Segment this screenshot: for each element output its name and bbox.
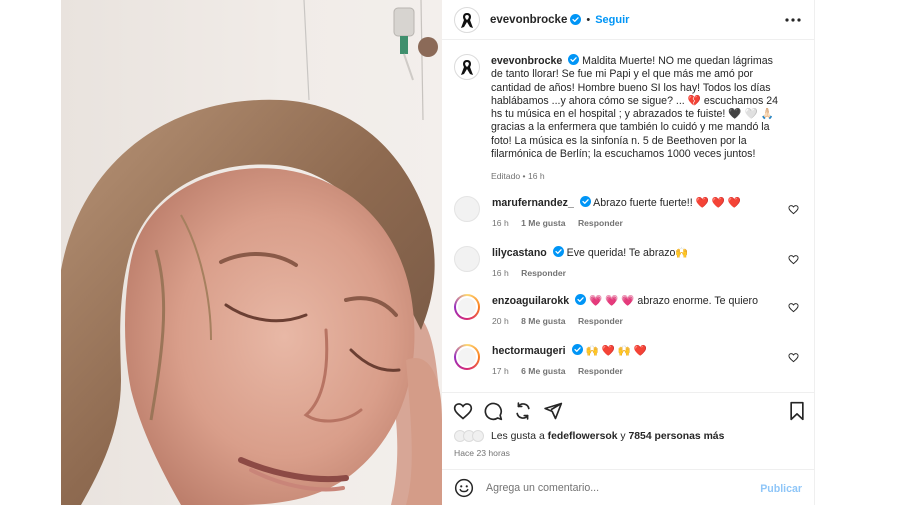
comment-icon[interactable] [483, 401, 503, 421]
comment-like-heart-icon[interactable] [788, 204, 799, 215]
comment-item: lilycastano Eve querida! Te abrazo🙌 16 h… [454, 246, 804, 278]
comment-composer: Publicar [442, 469, 814, 505]
post-photo[interactable] [61, 0, 442, 505]
verified-badge-icon [575, 294, 587, 305]
comment-time: 17 h [492, 366, 509, 376]
likes-connector: y [620, 430, 626, 442]
commenter-username[interactable]: lilycastano [492, 247, 547, 259]
comment-item: hectormaugeri 🙌 ❤️ 🙌 ❤️ 17 h 6 Me gusta … [454, 344, 804, 376]
edited-label: Editado [491, 171, 521, 182]
likes-summary: Les gusta a fedeflowersok y 7854 persona… [454, 430, 724, 442]
comment-like-heart-icon[interactable] [788, 352, 799, 363]
comment-time: 20 h [492, 316, 509, 326]
verified-badge-icon [568, 54, 580, 65]
verified-badge-icon [570, 14, 582, 25]
heart-icon[interactable] [453, 401, 473, 421]
caption-author-avatar[interactable] [454, 54, 480, 80]
verified-badge-icon [571, 344, 583, 355]
caption-text: Maldita Muerte! NO me quedan lágrimas de… [491, 55, 779, 161]
likes-count[interactable]: 7854 personas más [628, 431, 724, 442]
instagram-post-view: evevonbrocke • Seguir evevonbrocke Maldi… [0, 0, 900, 505]
separator-dot: • [522, 171, 526, 182]
comment-item: enzoaguilarokk 💗 💗 💗 abrazo enorme. Te q… [454, 294, 804, 326]
commenter-avatar[interactable] [454, 196, 480, 222]
verified-badge-icon [579, 196, 591, 207]
comment-item: marufernandez_ Abrazo fuerte fuerte!! ❤️… [454, 196, 804, 228]
publish-button[interactable]: Publicar [760, 483, 802, 495]
commenter-avatar[interactable] [454, 246, 480, 272]
post-image [61, 0, 442, 505]
mourning-ribbon-icon [461, 60, 473, 75]
author-avatar[interactable] [454, 6, 480, 33]
commenter-username[interactable]: marufernandez_ [492, 197, 574, 209]
comment-text: Eve querida! Te abrazo🙌 [566, 247, 689, 259]
comment-likes[interactable]: 1 Me gusta [521, 218, 565, 228]
emoji-icon[interactable] [454, 478, 474, 498]
likes-user[interactable]: fedeflowersok [548, 431, 618, 442]
comment-likes[interactable]: 6 Me gusta [521, 366, 565, 376]
comment-like-heart-icon[interactable] [788, 302, 799, 313]
follow-button[interactable]: Seguir [595, 14, 629, 26]
caption-time: 16 h [527, 171, 545, 182]
author-username[interactable]: evevonbrocke [490, 14, 567, 26]
post-caption: evevonbrocke Maldita Muerte! NO me queda… [454, 54, 799, 184]
mourning-ribbon-icon [461, 12, 473, 28]
reply-button[interactable]: Responder [578, 366, 623, 376]
commenter-avatar-story-ring[interactable] [454, 344, 480, 370]
more-options-icon[interactable] [784, 11, 802, 29]
caption-text-block: evevonbrocke Maldita Muerte! NO me queda… [491, 54, 787, 184]
verified-badge-icon [552, 246, 564, 257]
commenter-avatar-story-ring[interactable] [454, 294, 480, 320]
comment-time: 16 h [492, 268, 509, 278]
caption-author-username[interactable]: evevonbrocke [491, 55, 562, 67]
post-action-bar [442, 392, 814, 421]
comment-likes[interactable]: 8 Me gusta [521, 316, 565, 326]
share-icon[interactable] [543, 401, 563, 421]
comment-time: 16 h [492, 218, 509, 228]
commenter-username[interactable]: hectormaugeri [492, 345, 566, 357]
comment-text: 💗 💗 💗 abrazo enorme. Te quiero [589, 295, 758, 307]
separator-dot: • [586, 13, 591, 26]
reply-button[interactable]: Responder [578, 316, 623, 326]
post-timestamp[interactable]: Hace 23 horas [454, 448, 510, 458]
comment-like-heart-icon[interactable] [788, 254, 799, 265]
likes-prefix: Les gusta a [491, 430, 545, 442]
reply-button[interactable]: Responder [521, 268, 566, 278]
commenter-username[interactable]: enzoaguilarokk [492, 295, 569, 307]
comment-text: Abrazo fuerte fuerte!! ❤️ ❤️ ❤️ [593, 197, 742, 209]
post-header: evevonbrocke • Seguir [442, 0, 814, 40]
repost-icon[interactable] [513, 401, 533, 421]
caption-meta: Editado • 16 h [491, 170, 787, 183]
comment-text: 🙌 ❤️ 🙌 ❤️ [585, 345, 648, 357]
likes-text: Les gusta a fedeflowersok y 7854 persona… [491, 431, 724, 442]
save-icon[interactable] [787, 401, 807, 421]
reply-button[interactable]: Responder [578, 218, 623, 228]
post-detail-panel: evevonbrocke • Seguir evevonbrocke Maldi… [442, 0, 815, 505]
comment-input[interactable] [486, 481, 746, 494]
liker-avatar [472, 430, 484, 442]
